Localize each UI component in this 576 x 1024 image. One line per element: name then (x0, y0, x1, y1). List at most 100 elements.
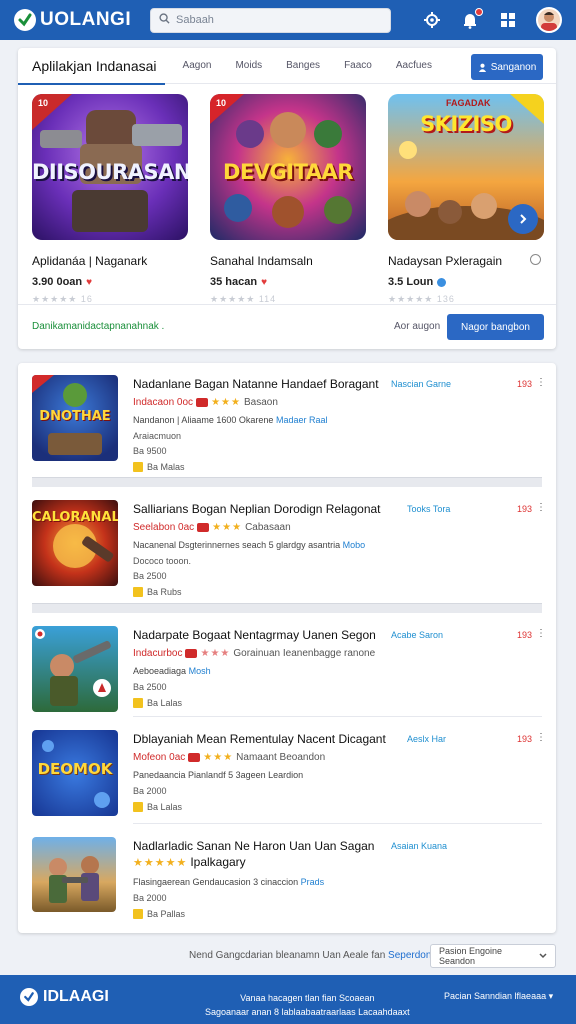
app-count: 193 (517, 504, 533, 514)
tab-5[interactable]: Faaco (344, 60, 372, 71)
next-arrow-icon[interactable] (508, 204, 538, 234)
app-meta: Dococo tooon. (133, 556, 192, 566)
list-item[interactable]: DEOMOK Dblayaniah Mean Rementulay Nacent… (18, 730, 556, 822)
app-tag[interactable]: Acabe Saron (391, 630, 443, 640)
description-link[interactable]: Mosh (189, 666, 211, 676)
install-button[interactable]: Ba Pallas (133, 909, 185, 919)
featured-app-name-text: Nadaysan Pxleragain (388, 254, 503, 268)
rating-stars: ★★★ (203, 752, 234, 763)
description-link[interactable]: Mobo (343, 540, 366, 550)
description-link[interactable]: Prads (301, 877, 325, 887)
more-options-icon[interactable]: ⋮ (536, 502, 546, 513)
footer-logo[interactable]: IDLAAGI (20, 988, 109, 1006)
featured-footer-button[interactable]: Nagor bangbon (447, 314, 544, 340)
app-price-line: Seelabon 0ac ★★★ Cabasaan (133, 522, 291, 533)
description-text: Panedaancia Pianlandf 5 3ageen Leardion (133, 770, 304, 780)
divider (133, 823, 542, 824)
featured-app-price: 3.90 0oan ♥ (32, 276, 188, 288)
pagination-link[interactable]: Seperdon (388, 950, 431, 961)
app-title[interactable]: Salliarians Bogan Neplian Dorodign Relag… (133, 502, 381, 516)
description-text: Flasingaerean Gendaucasion 3 cinaccion (133, 877, 299, 887)
price-text: Seelabon 0ac (133, 522, 195, 533)
featured-footer-text: Danikamanidactapnanahnak . (32, 321, 165, 332)
search-input[interactable]: Sabaah (150, 7, 391, 33)
thumbnail-art-text: DEOMOK (37, 760, 113, 778)
app-count: 193 (517, 630, 533, 640)
apps-grid-icon[interactable] (498, 10, 518, 30)
featured-footer-link[interactable]: Aor augon (394, 321, 440, 332)
heart-icon: ♥ (86, 276, 93, 288)
list-item[interactable]: DNOTHAE Nadanlane Bagan Natanne Handaef … (18, 375, 556, 485)
chevron-down-icon: ▾ (548, 991, 554, 1001)
tab-4[interactable]: Banges (286, 60, 320, 71)
more-options-icon[interactable]: ⋮ (536, 732, 546, 743)
thumbnail-art-text: CALORANAL (32, 510, 118, 525)
featured-app-image: 10 DEVGITAAR (210, 94, 366, 240)
install-button[interactable]: Ba Lalas (133, 802, 182, 812)
list-item[interactable]: Nadlarladic Sanan Ne Haron Uan Uan Sagan… (18, 837, 556, 929)
badge-icon (188, 753, 201, 762)
badge-icon (197, 523, 210, 532)
footer-brand: IDLAAGI (43, 988, 109, 1005)
app-description: Nacanenal Dsgterinnernes seach 5 glardgy… (133, 540, 365, 550)
brand-logo[interactable]: UOLANGI (14, 9, 144, 31)
badge-icon (185, 649, 198, 658)
more-options-icon[interactable]: ⋮ (536, 628, 546, 639)
featured-app-name: Aplidanáa | Naganark (32, 254, 148, 268)
app-title[interactable]: Nadarpate Bogaat Nentagrmay Uanen Segon (133, 628, 376, 642)
app-price-line: Indacaon 0oc ★★★ Basaon (133, 397, 278, 408)
user-icon (478, 63, 486, 72)
list-item[interactable]: CALORANAL Salliarians Bogan Neplian Doro… (18, 500, 556, 610)
row-separator (32, 477, 542, 487)
install-button[interactable]: Ba Lalas (133, 698, 182, 708)
description-link[interactable]: Madaer Raal (276, 415, 328, 425)
tab-6[interactable]: Aacfues (396, 60, 432, 71)
list-item[interactable]: Nadarpate Bogaat Nentagrmay Uanen Segon … (18, 626, 556, 718)
app-size: Ba 2000 (133, 786, 167, 796)
app-tag[interactable]: Tooks Tora (407, 504, 450, 514)
notification-bell-icon[interactable] (460, 8, 483, 30)
avatar[interactable] (536, 7, 562, 33)
install-button[interactable]: Ba Malas (133, 462, 185, 472)
featured-app-name: Nadaysan Pxleragain (388, 254, 544, 268)
tab-3[interactable]: Moids (235, 60, 262, 71)
app-size: Ba 2000 (133, 893, 167, 903)
app-tag[interactable]: Asaian Kuana (391, 841, 447, 851)
footer: IDLAAGI Vanaa hacagen tlan fian Scoaean … (0, 975, 576, 1024)
footer-link-line-2[interactable]: Sagoanaar anan 8 lablaabaatraarlaas Laca… (205, 1005, 410, 1019)
app-title[interactable]: Nadlarladic Sanan Ne Haron Uan Uan Sagan (133, 839, 374, 853)
package-icon (133, 802, 143, 812)
rating-stars: ★★★ (211, 397, 241, 408)
install-button[interactable]: Ba Rubs (133, 587, 182, 597)
featured-app-card[interactable]: 10 DEVGITAAR Sanahal Indamsaln 35 hacan … (210, 94, 366, 306)
app-thumbnail: DEOMOK (32, 730, 118, 816)
info-icon[interactable] (530, 254, 541, 265)
app-size: Ba 2500 (133, 571, 167, 581)
notification-dot (475, 8, 483, 16)
app-tag[interactable]: Nascian Garne (391, 379, 451, 389)
featured-corner-badge: 10 (38, 98, 49, 108)
package-icon (133, 462, 143, 472)
footer-link-line-1[interactable]: Vanaa hacagen tlan fian Scoaean (205, 991, 410, 1005)
app-description: Panedaancia Pianlandf 5 3ageen Leardion (133, 770, 303, 780)
sort-select[interactable]: Pasion Engoine Seandon (430, 944, 556, 968)
featured-app-price: 35 hacan ♥ (210, 276, 366, 288)
app-tag[interactable]: Aeslx Har (407, 734, 446, 744)
tab-2[interactable]: Aagon (183, 60, 212, 71)
tab-featured[interactable]: Aplilakjan Indanasai (18, 48, 165, 85)
app-title[interactable]: Nadanlane Bagan Natanne Handaef Boragant (133, 377, 379, 391)
footer-language[interactable]: Pacian Sanndian lflaeaaa ▾ (444, 991, 553, 1002)
app-description: Aeboeadiaga Mosh (133, 666, 211, 676)
featured-app-card[interactable]: FAGADAK SKIZISO Nadaysan Pxleragain 3.5 … (388, 94, 544, 306)
store-text: Namaant Beoandon (236, 752, 326, 763)
app-title[interactable]: Dblayaniah Mean Rementulay Nacent Dicaga… (133, 732, 386, 746)
store-text: Basaon (243, 397, 278, 408)
featured-app-name: Sanahal Indamsaln (210, 254, 313, 268)
featured-app-card[interactable]: 10 DIISOURASAN Aplidanáa | Naganark 3.90… (32, 94, 188, 306)
more-options-icon[interactable]: ⋮ (536, 377, 546, 388)
top-action-button[interactable]: Sanganon (471, 54, 543, 80)
settings-icon[interactable] (422, 10, 442, 30)
row-separator (32, 603, 542, 613)
package-icon (133, 587, 143, 597)
price-value: 35 hacan (210, 276, 258, 288)
